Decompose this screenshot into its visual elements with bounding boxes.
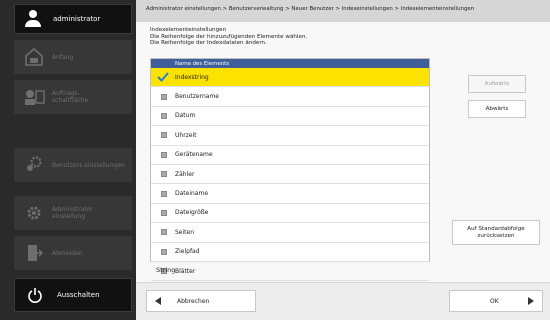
list-item[interactable]: Zielpfad xyxy=(151,243,429,262)
nav-home-label: Anfang xyxy=(52,53,74,61)
checkbox-icon xyxy=(161,171,167,178)
nav-user-settings-label: Benutzers einstellungen xyxy=(52,161,125,169)
list-item[interactable]: Blätter xyxy=(151,262,429,282)
power-icon xyxy=(23,283,47,307)
ok-button[interactable]: OK xyxy=(449,290,543,312)
list-header: Name des Elements xyxy=(151,59,429,68)
user-icon xyxy=(23,9,43,29)
nav-home[interactable]: Anfang xyxy=(14,40,132,74)
nav-admin-settings-label: Administrator einstellung xyxy=(52,206,93,220)
nav-admin-settings[interactable]: Administrator einstellung xyxy=(14,196,132,230)
list-item[interactable]: Uhrzeit xyxy=(151,126,429,146)
list-item-label: Benutzername xyxy=(175,93,219,101)
list-item-label: Seiten xyxy=(175,228,195,236)
cancel-label: Abbrechen xyxy=(177,297,210,305)
move-down-button[interactable]: Abwärts xyxy=(468,100,526,118)
checkbox-icon xyxy=(161,151,167,158)
list-item[interactable]: Dateiname xyxy=(151,184,429,204)
main-panel: Administrator einstellungen > Benutzerve… xyxy=(136,0,550,320)
home-icon xyxy=(22,45,46,69)
breadcrumb: Administrator einstellungen > Benutzerve… xyxy=(136,0,550,22)
instruction-line-1: Die Reihenfolge der hinzuzufügenden Elem… xyxy=(150,33,308,40)
list-item[interactable]: Indexstring xyxy=(151,68,429,88)
reset-order-label: Auf Standardabfolge zurücksetzen xyxy=(467,225,525,239)
list-item[interactable]: Dateigröße xyxy=(151,204,429,224)
list-item-label: Indexstring xyxy=(175,73,209,81)
intro-text: Indexelementeinstellungen Die Reihenfolg… xyxy=(150,27,307,47)
checkbox-icon xyxy=(161,112,167,119)
page-title: Indexelementeinstellungen xyxy=(150,27,227,33)
nav-job-label: Auftrags-schaltfläche xyxy=(52,90,89,104)
arrow-right-icon xyxy=(528,297,534,305)
checkbox-icon xyxy=(161,190,167,197)
list-item[interactable]: Gerätename xyxy=(151,146,429,165)
power-off-button[interactable]: Ausschalten xyxy=(14,278,132,312)
list-item[interactable]: Benutzername xyxy=(151,87,429,107)
arrow-left-icon xyxy=(155,297,161,305)
list-item[interactable]: Zähler xyxy=(151,165,429,185)
user-gear-icon xyxy=(22,153,46,177)
checkmark-icon xyxy=(157,72,169,83)
checkbox-icon xyxy=(161,132,167,139)
logout-icon xyxy=(22,241,46,265)
move-up-button[interactable]: Aufwärts xyxy=(468,75,526,93)
power-off-label: Ausschalten xyxy=(57,291,100,299)
list-item-label: Gerätename xyxy=(175,151,213,159)
list-item-label: Datum xyxy=(175,112,196,120)
nav-logout-label: Abmelden xyxy=(52,249,83,257)
list-item-label: Dateigröße xyxy=(175,209,209,217)
ok-label: OK xyxy=(490,297,499,305)
nav-logout[interactable]: Abmelden xyxy=(14,236,132,270)
list-item-label: Uhrzeit xyxy=(175,131,197,139)
list-item[interactable]: Datum xyxy=(151,107,429,127)
element-list: Name des Elements Indexstring Benutzernam… xyxy=(150,58,430,282)
user-label: administrator xyxy=(53,15,101,23)
checkbox-icon xyxy=(161,209,167,216)
list-item-label: Zielpfad xyxy=(175,248,200,256)
sidebar: administrator Anfang Auftrags-schaltfläc… xyxy=(0,0,136,320)
checkbox-icon xyxy=(161,229,167,236)
list-item-label: Zähler xyxy=(175,170,195,178)
list-item[interactable]: Seiten xyxy=(151,223,429,243)
content-area: Indexelementeinstellungen Die Reihenfolg… xyxy=(136,22,550,282)
checkbox-icon xyxy=(161,93,167,100)
user-box: administrator xyxy=(14,4,132,34)
selected-element-type: String xyxy=(156,266,176,274)
nav-job-button[interactable]: Auftrags-schaltfläche xyxy=(14,80,132,114)
nav-user-settings[interactable]: Benutzers einstellungen xyxy=(14,148,132,182)
gear-icon xyxy=(22,201,46,225)
bottom-bar: Abbrechen OK xyxy=(136,282,550,320)
list-item-label: Dateiname xyxy=(175,190,209,198)
job-icon xyxy=(22,85,46,109)
instruction-line-2: Die Reihenfolge der Indexdateien ändern. xyxy=(150,40,267,47)
checkbox-icon xyxy=(161,248,167,255)
list-item-label: Blätter xyxy=(175,267,196,275)
cancel-button[interactable]: Abbrechen xyxy=(146,290,256,312)
reset-order-button[interactable]: Auf Standardabfolge zurücksetzen xyxy=(452,220,540,245)
